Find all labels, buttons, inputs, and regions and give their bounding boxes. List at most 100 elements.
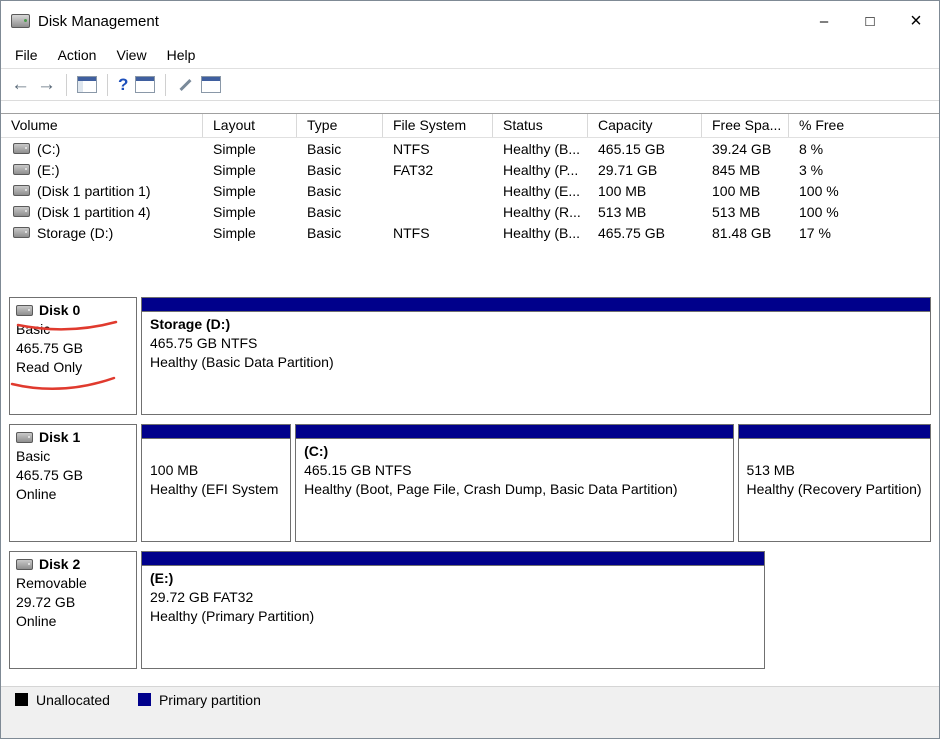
volume-capacity: 29.71 GB <box>598 161 658 178</box>
menu-file[interactable]: File <box>5 47 48 63</box>
column-header-status[interactable]: Status <box>493 114 588 137</box>
column-header-capacity[interactable]: Capacity <box>588 114 702 137</box>
table-row[interactable]: (Disk 1 partition 4) Simple Basic Health… <box>1 201 939 222</box>
table-row[interactable]: (E:) Simple Basic FAT32 Healthy (P... 29… <box>1 159 939 180</box>
primary-partition-swatch <box>137 693 151 706</box>
partition-e[interactable]: (E:) 29.72 GB FAT32 Healthy (Primary Par… <box>141 551 766 669</box>
column-header-layout[interactable]: Layout <box>203 114 297 137</box>
volume-type: Basic <box>307 224 342 241</box>
volume-file-system: NTFS <box>393 140 430 157</box>
disk-size: 465.75 GB <box>16 340 83 356</box>
volume-status: Healthy (B... <box>503 224 581 241</box>
volume-capacity: 465.15 GB <box>598 140 665 157</box>
column-header-free-space[interactable]: Free Spa... <box>702 114 789 137</box>
partition-detail: 465.75 GB NTFS <box>150 335 258 351</box>
close-button[interactable]: × <box>893 1 939 41</box>
partition-detail: 100 MB <box>150 462 199 478</box>
unallocated-swatch <box>15 693 28 706</box>
show-console-tree-icon[interactable] <box>77 76 97 93</box>
launch-tool-icon[interactable] <box>176 77 194 93</box>
disk-status: Online <box>16 613 57 629</box>
partition-detail: 29.72 GB FAT32 <box>150 589 254 605</box>
disk-2-row: Disk 2 Removable 29.72 GB Online (E:) 29… <box>9 551 931 669</box>
menu-view[interactable]: View <box>106 47 156 63</box>
maximize-button[interactable]: □ <box>847 1 893 41</box>
column-header-file-system[interactable]: File System <box>383 114 493 137</box>
volume-name: Storage (D:) <box>37 224 114 241</box>
partition-info: 100 MB Healthy (EFI System <box>142 439 290 502</box>
partition-detail: 465.15 GB NTFS <box>304 462 412 478</box>
disk-size: 465.75 GB <box>16 467 83 483</box>
properties-icon[interactable] <box>135 76 156 93</box>
volume-pct-free: 100 % <box>799 182 839 199</box>
volume-pct-free: 100 % <box>799 203 839 220</box>
volume-capacity: 465.75 GB <box>598 224 665 241</box>
partition-health: Healthy (Primary Partition) <box>150 608 315 624</box>
volume-layout: Simple <box>213 203 256 220</box>
unallocated-label: Unallocated <box>36 691 110 708</box>
partition-storage-d[interactable]: Storage (D:) 465.75 GB NTFS Healthy (Bas… <box>141 297 931 415</box>
volume-type: Basic <box>307 182 342 199</box>
partition-c[interactable]: (C:) 465.15 GB NTFS Healthy (Boot, Page … <box>295 424 734 542</box>
volume-pct-free: 3 % <box>799 161 824 178</box>
partition-health: Healthy (Boot, Page File, Crash Dump, Ba… <box>304 481 678 497</box>
disk-status: Online <box>16 486 57 502</box>
primary-partition-strip <box>142 425 291 439</box>
minimize-button[interactable]: – <box>801 1 847 41</box>
action-window-icon[interactable] <box>201 76 222 93</box>
toolbar-separator <box>66 73 67 96</box>
partition-title: (C:) <box>304 443 329 459</box>
disk-kind: Basic <box>16 321 51 337</box>
partition-efi-system[interactable]: 100 MB Healthy (EFI System <box>141 424 292 542</box>
partition-info: 513 MB Healthy (Recovery Partition) <box>739 439 930 502</box>
volume-capacity: 100 MB <box>598 182 647 199</box>
column-header-volume[interactable]: Volume <box>1 114 203 137</box>
partition-health: Healthy (Recovery Partition) <box>746 481 922 497</box>
toolbar-gap <box>1 101 939 113</box>
column-header-pct-free[interactable]: % Free <box>789 114 939 137</box>
menu-help[interactable]: Help <box>157 47 206 63</box>
disk-1-label[interactable]: Disk 1 Basic 465.75 GB Online <box>9 424 137 542</box>
disk-0-label[interactable]: Disk 0 Basic 465.75 GB Read Only <box>9 297 137 415</box>
toolbar-separator <box>165 73 167 96</box>
disk-status: Read Only <box>16 359 83 375</box>
volume-file-system: NTFS <box>393 224 430 241</box>
table-row[interactable]: (Disk 1 partition 1) Simple Basic Health… <box>1 180 939 201</box>
drive-icon <box>13 227 30 238</box>
forward-icon[interactable]: → <box>37 74 56 95</box>
primary-partition-strip <box>142 552 765 566</box>
disk-2-track: (E:) 29.72 GB FAT32 Healthy (Primary Par… <box>141 551 931 669</box>
table-row[interactable]: Storage (D:) Simple Basic NTFS Healthy (… <box>1 222 939 243</box>
menu-action[interactable]: Action <box>48 47 107 63</box>
drive-icon <box>13 164 30 175</box>
volume-layout: Simple <box>213 140 256 157</box>
volume-type: Basic <box>307 140 342 157</box>
volume-pct-free: 17 % <box>799 224 831 241</box>
help-icon[interactable]: ? <box>118 75 128 95</box>
disk-0-track: Storage (D:) 465.75 GB NTFS Healthy (Bas… <box>141 297 931 415</box>
column-header-type[interactable]: Type <box>297 114 383 137</box>
drive-icon <box>13 143 30 154</box>
volume-layout: Simple <box>213 161 256 178</box>
back-icon[interactable]: ← <box>11 74 30 95</box>
volume-name: (Disk 1 partition 1) <box>37 182 151 199</box>
volume-free-space: 81.48 GB <box>712 224 772 241</box>
volume-name: (Disk 1 partition 4) <box>37 203 151 220</box>
volume-status: Healthy (P... <box>503 161 579 178</box>
disk-1-row: Disk 1 Basic 465.75 GB Online 100 MB Hea… <box>9 424 931 542</box>
disk-icon <box>16 305 33 316</box>
toolbar: ← → ? <box>1 68 939 101</box>
disk-management-window: Disk Management – □ × File Action View H… <box>0 0 940 739</box>
volume-name: (C:) <box>37 140 61 157</box>
volume-file-system: FAT32 <box>393 161 434 178</box>
partition-recovery[interactable]: 513 MB Healthy (Recovery Partition) <box>737 424 931 542</box>
disk-2-label[interactable]: Disk 2 Removable 29.72 GB Online <box>9 551 137 669</box>
partition-info: (E:) 29.72 GB FAT32 Healthy (Primary Par… <box>142 566 764 629</box>
partition-title: Storage (D:) <box>150 316 231 332</box>
partition-info: (C:) 465.15 GB NTFS Healthy (Boot, Page … <box>296 439 732 502</box>
table-row[interactable]: (C:) Simple Basic NTFS Healthy (B... 465… <box>1 138 939 159</box>
volume-free-space: 513 MB <box>712 203 761 220</box>
primary-partition-strip <box>296 425 733 439</box>
disk-0-row: Disk 0 Basic 465.75 GB Read Only Storage… <box>9 297 931 415</box>
toolbar-separator <box>107 73 108 96</box>
